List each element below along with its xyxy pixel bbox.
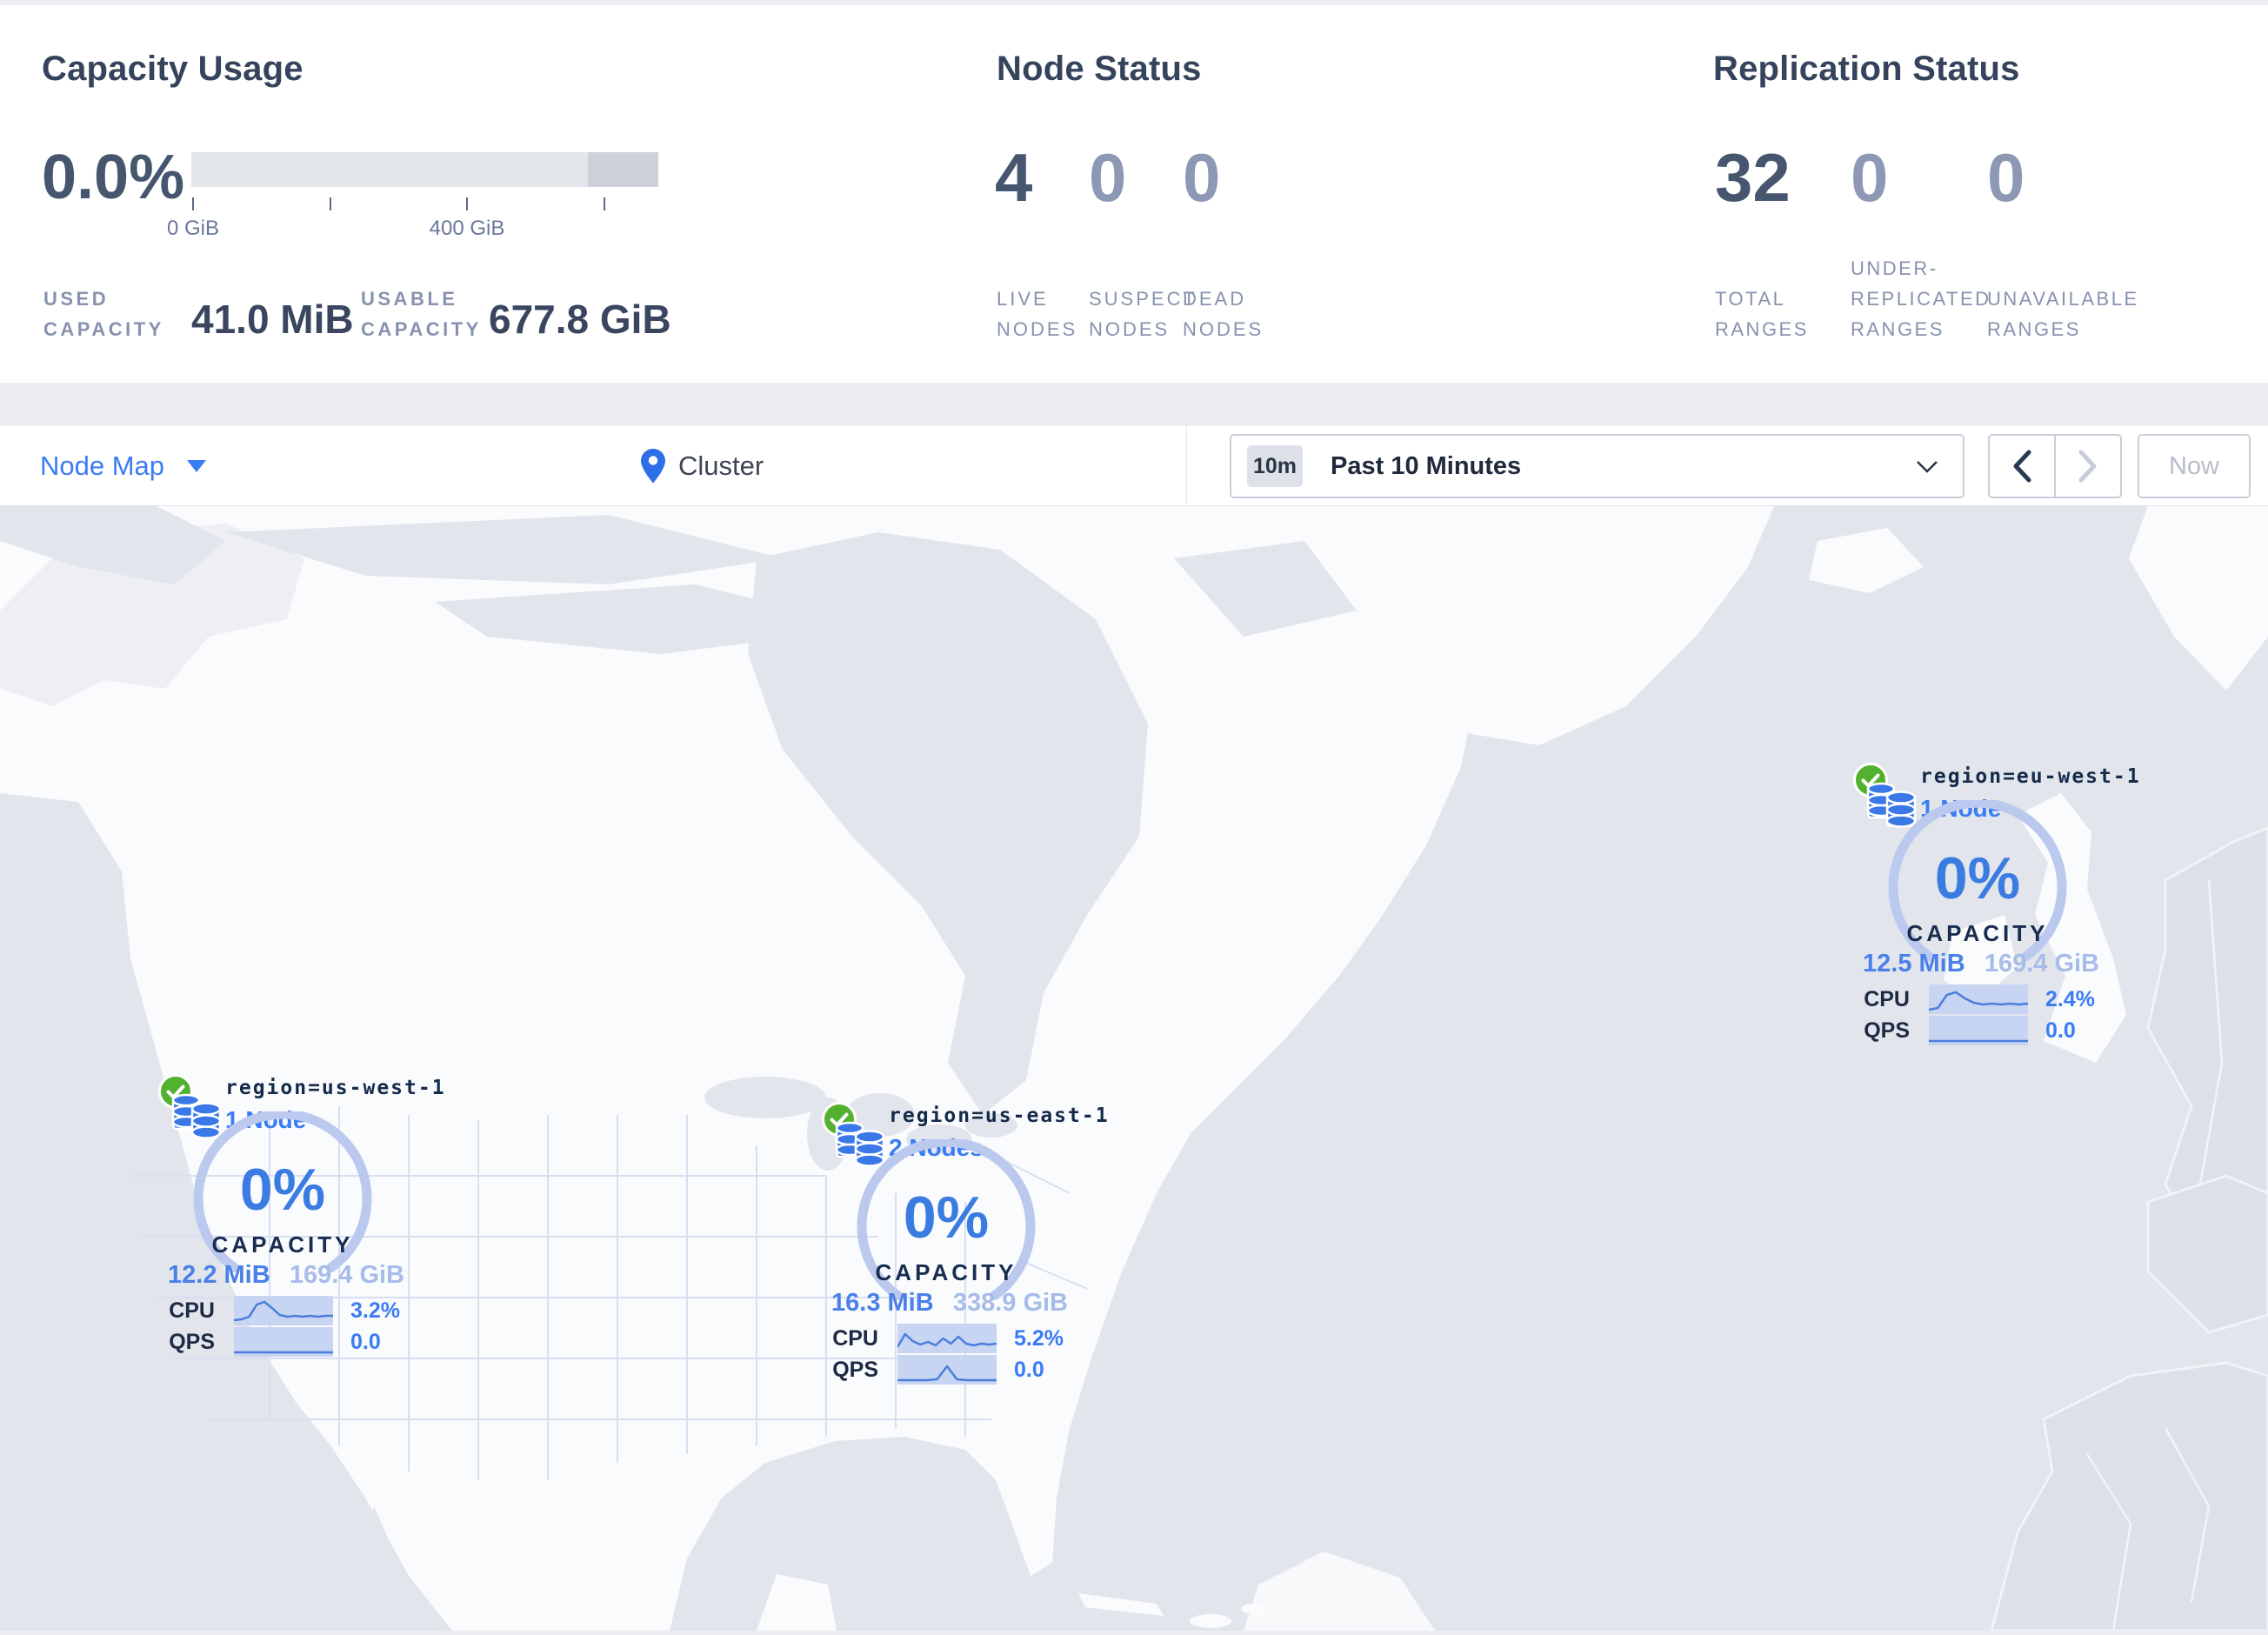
cpu-label: CPU <box>1864 987 1910 1011</box>
dead-nodes-label: DEAD NODES <box>1183 288 1264 340</box>
next-range-button[interactable] <box>2054 436 2120 497</box>
under-replicated-count: 0 <box>1851 139 1889 216</box>
region-used-capacity: 12.5 MiB <box>1863 950 1965 978</box>
qps-sparkline <box>897 1355 997 1385</box>
region-capacity-percent: 0% <box>1934 845 2021 911</box>
qps-label: QPS <box>169 1330 215 1354</box>
node-status-title: Node Status <box>997 50 1202 88</box>
suspect-nodes-label: SUSPECT NODES <box>1089 288 1197 340</box>
capacity-gauge-bar <box>191 152 658 187</box>
qps-value: 0.0 <box>2045 1018 2076 1043</box>
region-label: region=us-west-1 <box>225 1077 446 1099</box>
qps-sparkline <box>234 1327 333 1357</box>
gauge-tick-label: 400 GiB <box>429 217 505 240</box>
cpu-label: CPU <box>169 1298 215 1323</box>
qps-value: 0.0 <box>1014 1358 1044 1382</box>
cpu-value: 5.2% <box>1014 1326 1064 1351</box>
region-capacity-word: CAPACITY <box>211 1231 354 1258</box>
usable-capacity-label: USABLE CAPACITY <box>361 288 482 340</box>
time-range-dropdown[interactable]: 10m Past 10 Minutes <box>1230 434 1964 498</box>
region-total-capacity: 338.9 GiB <box>952 1289 1068 1317</box>
qps-value: 0.0 <box>350 1330 381 1354</box>
region-capacity-percent: 0% <box>903 1185 990 1251</box>
usable-capacity-value: 677.8 GiB <box>489 297 671 342</box>
time-range-label: Past 10 Minutes <box>1331 451 1522 480</box>
replication-status-title: Replication Status <box>1713 50 2020 88</box>
capacity-used-percent: 0.0% <box>42 143 185 212</box>
qps-label: QPS <box>832 1358 878 1382</box>
capacity-usage-title: Capacity Usage <box>42 50 304 88</box>
time-range-arrows <box>1988 434 2122 498</box>
time-range-badge: 10m <box>1247 445 1303 487</box>
qps-sparkline <box>1929 1016 2028 1045</box>
gauge-tick <box>192 197 194 210</box>
chevron-down-icon <box>1917 461 1938 473</box>
used-capacity-value: 41.0 MiB <box>191 297 354 342</box>
map-toolbar: Node Map Cluster 10m Past 10 Minutes Now <box>0 426 2268 506</box>
region-capacity-word: CAPACITY <box>1906 920 2049 946</box>
unavailable-label: UNAVAILABLE RANGES <box>1987 288 2139 340</box>
total-ranges-label: TOTAL RANGES <box>1715 288 1809 340</box>
now-button[interactable]: Now <box>2138 434 2251 498</box>
chevron-right-icon <box>2078 450 2097 483</box>
view-selector-dropdown[interactable]: Node Map <box>40 426 207 506</box>
capacity-gauge-segment <box>588 152 658 187</box>
region-label: region=us-east-1 <box>889 1104 1110 1127</box>
cpu-value: 3.2% <box>350 1298 400 1323</box>
region-label: region=eu-west-1 <box>1920 765 2141 788</box>
region-capacity-word: CAPACITY <box>875 1259 1017 1285</box>
live-nodes-label: LIVE NODES <box>997 288 1078 340</box>
region-marker-us-west-1[interactable]: region=us-west-1 1 Node 0% CAPACITY 12.2… <box>152 1068 444 1360</box>
suspect-nodes-count: 0 <box>1089 139 1127 216</box>
used-capacity-label: USED CAPACITY <box>43 288 164 340</box>
region-marker-us-east-1[interactable]: region=us-east-1 2 Nodes 0% CAPACITY 16.… <box>816 1096 1108 1388</box>
gauge-tick-label: 0 GiB <box>166 217 220 240</box>
cluster-summary-bar: Capacity Usage 0.0% 0 GiB 400 GiB USED CA… <box>0 5 2268 383</box>
gauge-tick <box>330 197 331 210</box>
cpu-label: CPU <box>832 1326 878 1351</box>
gauge-tick <box>466 197 468 210</box>
region-total-capacity: 169.4 GiB <box>289 1261 404 1289</box>
view-selector-label: Node Map <box>40 450 165 481</box>
region-used-capacity: 16.3 MiB <box>831 1289 934 1317</box>
under-replicated-label: UNDER- REPLICATED RANGES <box>1851 257 1991 340</box>
gauge-tick <box>604 197 605 210</box>
breadcrumb[interactable]: Cluster <box>640 426 764 506</box>
region-marker-eu-west-1[interactable]: region=eu-west-1 1 Node 0% CAPACITY 12.5… <box>1847 757 2139 1049</box>
qps-label: QPS <box>1864 1018 1910 1043</box>
cpu-value: 2.4% <box>2045 987 2095 1011</box>
cpu-sparkline <box>897 1324 997 1353</box>
total-ranges-count: 32 <box>1715 139 1791 216</box>
map-pin-icon <box>641 449 665 484</box>
dead-nodes-count: 0 <box>1183 139 1221 216</box>
region-capacity-percent: 0% <box>239 1157 326 1223</box>
region-used-capacity: 12.2 MiB <box>168 1261 270 1289</box>
cpu-sparkline <box>1929 984 2028 1014</box>
breadcrumb-label: Cluster <box>678 450 764 481</box>
caret-down-icon <box>187 460 207 472</box>
cpu-sparkline <box>234 1296 333 1325</box>
live-nodes-count: 4 <box>995 139 1033 216</box>
prev-range-button[interactable] <box>1990 436 2054 497</box>
toolbar-divider <box>1186 426 1187 506</box>
chevron-left-icon <box>2013 450 2031 483</box>
unavailable-count: 0 <box>1987 139 2025 216</box>
region-total-capacity: 169.4 GiB <box>1984 950 2099 978</box>
